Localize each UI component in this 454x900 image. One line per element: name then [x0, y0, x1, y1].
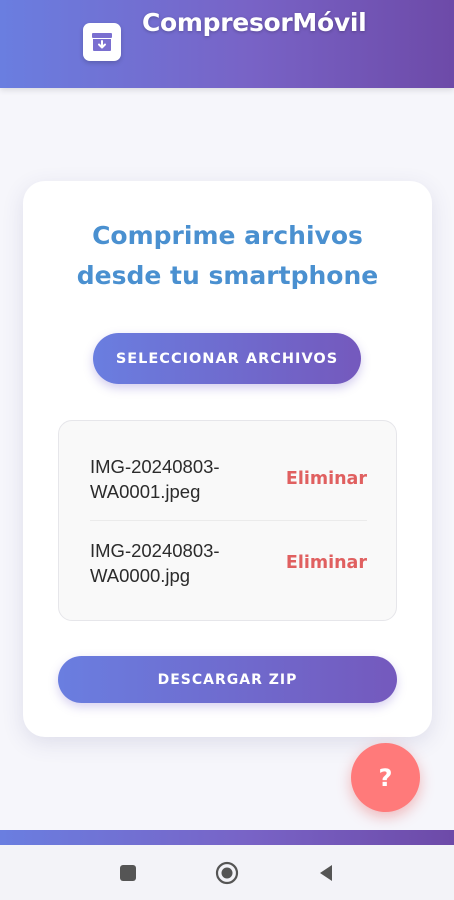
- help-icon: ?: [378, 763, 393, 792]
- file-name-line-2: WA0001.jpeg: [90, 481, 201, 502]
- file-name-line-1: IMG-20240803-: [90, 456, 220, 477]
- file-name-line-1: IMG-20240803-: [90, 539, 220, 561]
- delete-file-button[interactable]: Eliminar: [286, 553, 367, 573]
- select-files-button[interactable]: SELECCIONAR ARCHIVOS: [93, 333, 361, 384]
- system-nav-bar: [0, 845, 454, 900]
- headline-line-1: Comprime archivos: [92, 221, 363, 250]
- app-header: CompresorMóvil: [0, 0, 454, 88]
- back-icon[interactable]: [313, 860, 339, 886]
- recent-apps-icon[interactable]: [115, 860, 141, 886]
- help-button[interactable]: ?: [351, 743, 420, 812]
- file-row: IMG-20240803- WA0001.jpeg Eliminar: [90, 438, 367, 521]
- app-title: CompresorMóvil: [142, 8, 367, 37]
- file-row: IMG-20240803- WA0000.jpg Eliminar: [90, 521, 367, 604]
- file-name: IMG-20240803- WA0000.jpg: [90, 538, 260, 588]
- file-name-line-2: WA0000.jpg: [90, 564, 191, 586]
- compress-card: Comprime archivos desde tu smartphone SE…: [23, 181, 432, 737]
- download-zip-button[interactable]: DESCARGAR ZIP: [58, 656, 397, 703]
- home-icon[interactable]: [214, 860, 240, 886]
- headline: Comprime archivos desde tu smartphone: [23, 216, 432, 296]
- delete-file-button[interactable]: Eliminar: [286, 469, 367, 489]
- file-list: IMG-20240803- WA0001.jpeg Eliminar IMG-2…: [58, 420, 397, 621]
- headline-line-2: desde tu smartphone: [76, 261, 379, 290]
- file-name: IMG-20240803- WA0001.jpeg: [90, 454, 260, 504]
- footer-bar: [0, 830, 454, 845]
- archive-download-icon: [83, 23, 121, 61]
